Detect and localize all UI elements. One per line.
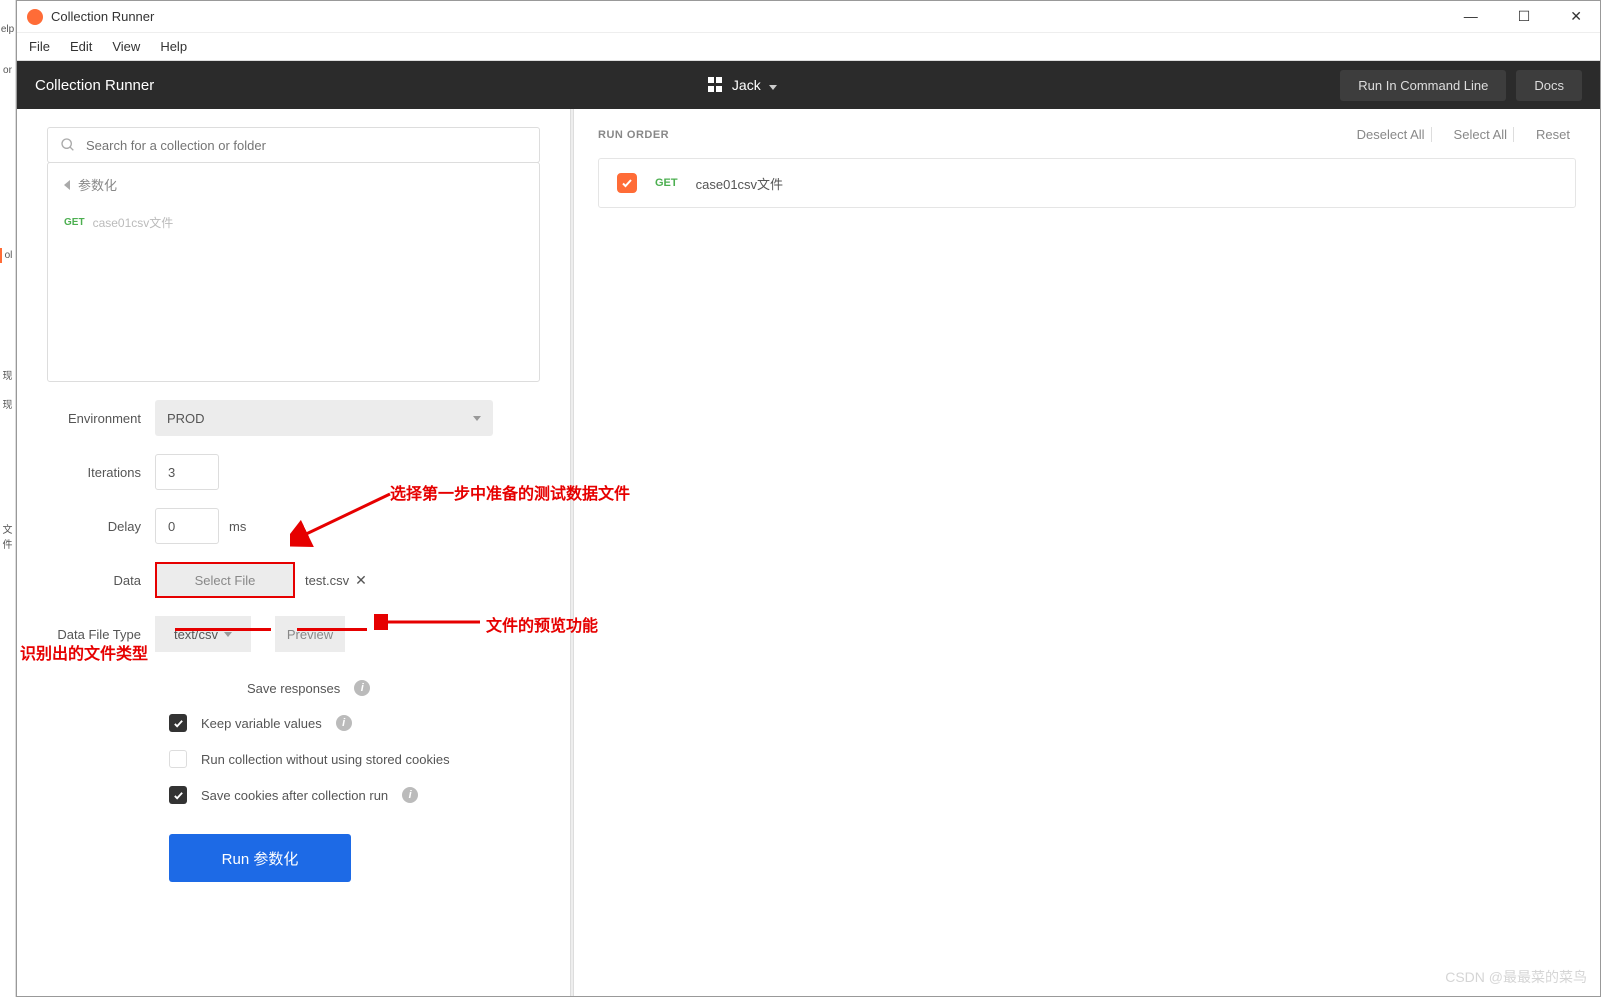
workspace-grid-icon: [708, 77, 724, 93]
search-icon: [60, 137, 76, 153]
select-all-button[interactable]: Select All: [1448, 127, 1514, 142]
save-cookies-label: Save cookies after collection run: [201, 788, 388, 803]
menu-edit[interactable]: Edit: [70, 39, 92, 54]
request-method: GET: [64, 217, 85, 228]
data-label: Data: [47, 573, 155, 588]
delay-label: Delay: [47, 519, 155, 534]
menu-help[interactable]: Help: [160, 39, 187, 54]
collection-search[interactable]: [47, 127, 540, 163]
environment-label: Environment: [47, 411, 155, 426]
run-request-name: case01csv文件: [696, 174, 783, 193]
docs-button[interactable]: Docs: [1516, 70, 1582, 101]
right-panel: RUN ORDER Deselect All Select All Reset …: [574, 109, 1600, 996]
chevron-down-icon: [224, 632, 232, 637]
collection-tree: 参数化 GET case01csv文件: [47, 162, 540, 382]
delay-input[interactable]: [155, 508, 219, 544]
remove-file-button[interactable]: ✕: [355, 572, 367, 589]
chevron-down-icon: [473, 416, 481, 421]
workspace-selector[interactable]: Jack: [732, 77, 777, 93]
run-order-item[interactable]: GET case01csv文件: [598, 158, 1576, 208]
deselect-all-button[interactable]: Deselect All: [1351, 127, 1432, 142]
menu-view[interactable]: View: [112, 39, 140, 54]
app-window: Collection Runner — ☐ ✕ File Edit View H…: [16, 0, 1601, 997]
info-icon[interactable]: i: [336, 715, 352, 731]
postman-logo-icon: [27, 9, 43, 25]
run-request-method: GET: [655, 177, 678, 189]
caret-left-icon: [64, 180, 70, 190]
folder-name: 参数化: [78, 175, 117, 194]
environment-select[interactable]: PROD: [155, 400, 493, 436]
keep-vars-label: Keep variable values: [201, 716, 322, 731]
window-minimize-button[interactable]: —: [1456, 8, 1486, 25]
delay-unit: ms: [229, 519, 246, 534]
keep-vars-checkbox[interactable]: [169, 714, 187, 732]
no-cookies-label: Run collection without using stored cook…: [201, 752, 450, 767]
filetype-label: Data File Type: [47, 627, 155, 642]
run-order-title: RUN ORDER: [598, 129, 669, 141]
app-header: Collection Runner Jack Run In Command Li…: [17, 61, 1600, 109]
run-command-line-button[interactable]: Run In Command Line: [1340, 70, 1506, 101]
window-title: Collection Runner: [51, 9, 1456, 24]
request-checkbox[interactable]: [617, 173, 637, 193]
iterations-label: Iterations: [47, 465, 155, 480]
info-icon[interactable]: i: [354, 680, 370, 696]
no-cookies-checkbox[interactable]: [169, 750, 187, 768]
watermark: CSDN @最最菜的菜鸟: [1445, 967, 1587, 987]
save-cookies-checkbox[interactable]: [169, 786, 187, 804]
iterations-input[interactable]: [155, 454, 219, 490]
caret-down-icon: [769, 85, 777, 90]
request-item[interactable]: GET case01csv文件: [48, 206, 539, 239]
selected-filename: test.csv: [305, 573, 349, 588]
filetype-select[interactable]: text/csv: [155, 616, 251, 652]
folder-back[interactable]: 参数化: [48, 163, 539, 206]
left-panel: 参数化 GET case01csv文件 Environment PROD Ite…: [17, 109, 570, 996]
header-title: Collection Runner: [35, 77, 154, 94]
run-collection-button[interactable]: Run 参数化: [169, 834, 351, 882]
window-maximize-button[interactable]: ☐: [1510, 8, 1539, 25]
search-input[interactable]: [86, 138, 527, 153]
menu-file[interactable]: File: [29, 39, 50, 54]
request-name: case01csv文件: [93, 214, 174, 231]
reset-button[interactable]: Reset: [1530, 127, 1576, 142]
save-responses-label: Save responses: [247, 681, 340, 696]
info-icon[interactable]: i: [402, 787, 418, 803]
select-file-button[interactable]: Select File: [155, 562, 295, 598]
window-titlebar: Collection Runner — ☐ ✕: [17, 1, 1600, 33]
host-app-strip: elp or ol 现 现 文件: [0, 0, 16, 997]
window-close-button[interactable]: ✕: [1562, 8, 1590, 25]
menu-bar: File Edit View Help: [17, 33, 1600, 61]
preview-button[interactable]: Preview: [275, 616, 345, 652]
